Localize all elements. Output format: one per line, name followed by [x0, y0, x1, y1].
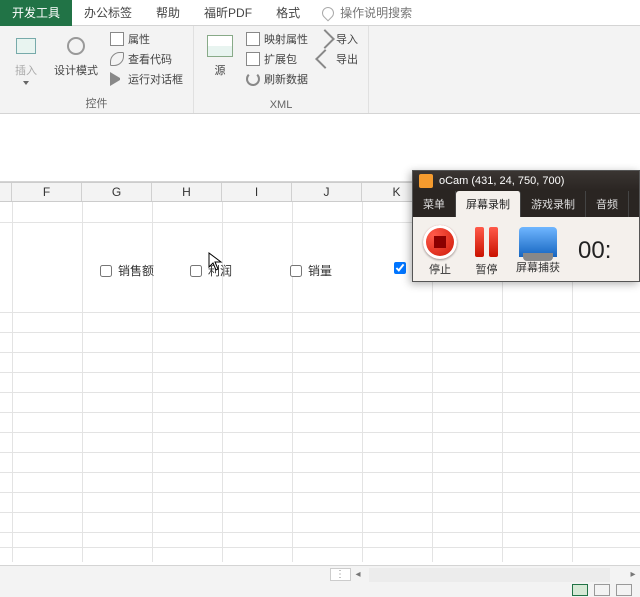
tab-foxit[interactable]: 福昕PDF: [192, 0, 264, 26]
map-properties-label: 映射属性: [264, 31, 308, 47]
col-G[interactable]: G: [82, 183, 152, 201]
import-icon: [315, 29, 335, 49]
ocam-stop-button[interactable]: 停止: [423, 225, 457, 277]
group-xml-label: XML: [202, 97, 360, 111]
expansion-label: 扩展包: [264, 51, 297, 67]
run-dialog-label: 运行对话框: [128, 71, 183, 87]
map-properties-icon: [246, 32, 260, 46]
checkbox-profit-label: 利润: [208, 262, 232, 279]
ocam-app-icon: [419, 174, 433, 188]
refresh-label: 刷新数据: [264, 71, 308, 87]
source-pane-icon: [207, 35, 233, 57]
ocam-titlebar[interactable]: oCam (431, 24, 750, 700): [413, 171, 639, 191]
col-H[interactable]: H: [152, 183, 222, 201]
col-I[interactable]: I: [222, 183, 292, 201]
run-dialog-button[interactable]: 运行对话框: [108, 70, 185, 88]
ocam-tab-menu[interactable]: 菜单: [413, 191, 456, 217]
xml-source-button[interactable]: 源: [202, 30, 238, 97]
tab-developer[interactable]: 开发工具: [0, 0, 72, 26]
view-page-layout-button[interactable]: [594, 584, 610, 596]
ocam-capture-button[interactable]: 屏幕捕获: [516, 227, 560, 275]
col-J[interactable]: J: [292, 183, 362, 201]
insert-label: 插入: [15, 62, 37, 78]
import-label: 导入: [336, 31, 358, 47]
ocam-tabs: 菜单 屏幕录制 游戏录制 音频: [413, 191, 639, 217]
view-code-button[interactable]: 查看代码: [108, 50, 185, 68]
horizontal-scrollbar[interactable]: ⋮ ◂ ▸: [0, 565, 640, 583]
tab-format[interactable]: 格式: [264, 0, 312, 26]
checkbox-sales-input[interactable]: [100, 265, 112, 277]
checkbox-sales[interactable]: 销售额: [100, 262, 154, 279]
group-controls-label: 控件: [8, 93, 185, 111]
source-label: 源: [215, 62, 226, 78]
insert-icon: [16, 38, 36, 54]
view-code-label: 查看代码: [128, 51, 172, 67]
export-icon: [315, 49, 335, 69]
view-normal-button[interactable]: [572, 584, 588, 596]
checkbox-partial[interactable]: [394, 262, 406, 274]
checkbox-profit-input[interactable]: [190, 265, 202, 277]
properties-label: 属性: [128, 31, 150, 47]
col-F[interactable]: F: [12, 183, 82, 201]
ribbon-tabs: 开发工具 办公标签 帮助 福昕PDF 格式 操作说明搜索: [0, 0, 640, 26]
ocam-toolbar: 停止 暂停 屏幕捕获 00:: [413, 217, 639, 281]
refresh-data-button[interactable]: 刷新数据: [244, 70, 310, 88]
stop-icon: [423, 225, 457, 259]
ocam-pause-button[interactable]: 暂停: [475, 225, 498, 277]
ribbon: 插入 设计模式 属性 查看代码 运行对话框 控件 源 映射属性 扩展包: [0, 26, 640, 114]
design-mode-label: 设计模式: [54, 62, 98, 78]
pause-icon: [475, 225, 498, 259]
scrollbar-track[interactable]: [369, 568, 610, 582]
bulb-icon: [320, 4, 337, 21]
ocam-tab-game-record[interactable]: 游戏录制: [521, 191, 586, 217]
checkbox-profit[interactable]: 利润: [190, 262, 232, 279]
tab-help[interactable]: 帮助: [144, 0, 192, 26]
ocam-stop-label: 停止: [429, 261, 451, 277]
checkbox-sales-label: 销售额: [118, 262, 154, 279]
insert-control-button[interactable]: 插入: [8, 30, 44, 93]
tell-me-label: 操作说明搜索: [340, 4, 412, 21]
properties-icon: [110, 32, 124, 46]
ocam-timer: 00:: [578, 237, 611, 265]
scroll-left-icon[interactable]: ◂: [351, 568, 365, 582]
scroll-right-icon[interactable]: ▸: [626, 568, 640, 582]
export-label: 导出: [336, 51, 358, 67]
group-xml: 源 映射属性 扩展包 刷新数据 导入 导出 XML: [194, 26, 369, 113]
checkbox-volume-input[interactable]: [290, 265, 302, 277]
gear-icon: [64, 34, 88, 58]
run-dialog-icon: [110, 72, 124, 86]
checkbox-volume[interactable]: 销量: [290, 262, 332, 279]
ocam-tab-screen-record[interactable]: 屏幕录制: [456, 191, 521, 217]
checkbox-volume-label: 销量: [308, 262, 332, 279]
corner-cell[interactable]: [0, 183, 12, 201]
ocam-window[interactable]: oCam (431, 24, 750, 700) 菜单 屏幕录制 游戏录制 音频…: [412, 170, 640, 282]
ocam-capture-label: 屏幕捕获: [516, 259, 560, 275]
expansion-icon: [246, 52, 260, 66]
map-properties-button[interactable]: 映射属性: [244, 30, 310, 48]
export-button[interactable]: 导出: [316, 50, 360, 68]
chevron-down-icon: [23, 81, 29, 85]
sheet-tab-resizer[interactable]: ⋮: [330, 568, 351, 581]
import-button[interactable]: 导入: [316, 30, 360, 48]
properties-button[interactable]: 属性: [108, 30, 185, 48]
monitor-icon: [519, 227, 557, 257]
refresh-icon: [246, 72, 260, 86]
tell-me-search[interactable]: 操作说明搜索: [322, 4, 412, 21]
status-bar: [0, 583, 640, 597]
view-code-icon: [110, 52, 124, 66]
ocam-title-text: oCam (431, 24, 750, 700): [439, 175, 564, 187]
tab-office[interactable]: 办公标签: [72, 0, 144, 26]
expansion-button[interactable]: 扩展包: [244, 50, 310, 68]
ocam-pause-label: 暂停: [476, 261, 498, 277]
ocam-tab-audio[interactable]: 音频: [586, 191, 629, 217]
checkbox-partial-input[interactable]: [394, 262, 406, 274]
view-page-break-button[interactable]: [616, 584, 632, 596]
design-mode-button[interactable]: 设计模式: [50, 30, 102, 93]
group-controls: 插入 设计模式 属性 查看代码 运行对话框 控件: [0, 26, 194, 113]
